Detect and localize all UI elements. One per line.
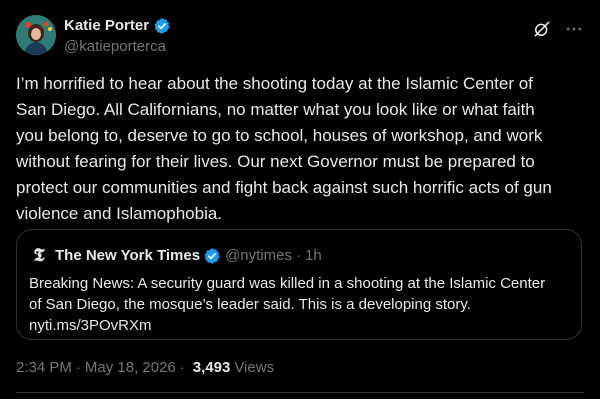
quoted-text-line: of San Diego, the mosque’s leader said. … (29, 296, 471, 313)
more-icon[interactable] (562, 17, 586, 41)
author-name-text[interactable]: Katie Porter (64, 17, 149, 35)
avatar[interactable] (16, 15, 56, 55)
quoted-author-handle[interactable]: @nytimes (225, 247, 292, 265)
quoted-post-header: 𝕿 The New York Times @nytimes · 1h (29, 245, 322, 266)
avatar-image (16, 15, 56, 55)
quoted-post-text: Breaking News: A security guard was kill… (29, 273, 569, 336)
nyt-logo-icon: 𝕿 (33, 245, 45, 266)
meta-separator: · (179, 359, 185, 376)
author-name[interactable]: Katie Porter (64, 17, 171, 35)
grok-icon[interactable] (530, 17, 554, 41)
quoted-post-link[interactable]: nyti.ms/3POvRXm (29, 315, 569, 336)
quoted-author-name[interactable]: The New York Times (55, 247, 200, 265)
verified-badge-icon (153, 17, 171, 35)
post-date[interactable]: May 18, 2026 (85, 358, 176, 378)
post-time[interactable]: 2:34 PM (16, 358, 72, 378)
post: Katie Porter @katieporterca I’m horrifie… (0, 0, 600, 399)
quoted-text-line: Breaking News: A security guard was kill… (29, 275, 546, 292)
divider (16, 392, 584, 393)
quoted-post-age: 1h (304, 247, 322, 264)
views-count: 3,493 (192, 359, 231, 376)
author-handle[interactable]: @katieporterca (64, 38, 166, 56)
quoted-separator: · (295, 247, 301, 264)
views-label: Views (234, 359, 275, 376)
post-meta: 2:34 PM · May 18, 2026 · 3,493 Views (16, 358, 274, 378)
quoted-post[interactable]: 𝕿 The New York Times @nytimes · 1h Break… (16, 229, 582, 340)
meta-separator: · (75, 359, 81, 376)
verified-badge-icon (203, 247, 221, 265)
post-text: I’m horrified to hear about the shooting… (16, 74, 552, 223)
top-actions (522, 17, 586, 41)
